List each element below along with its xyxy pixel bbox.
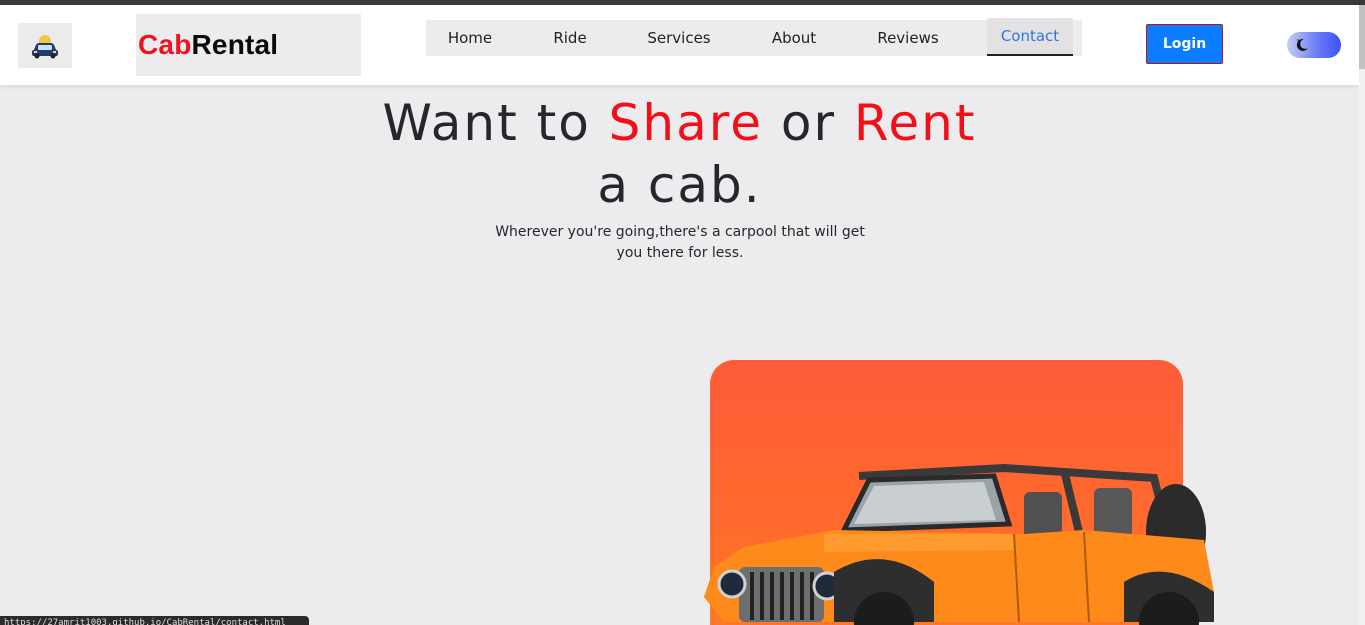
brand-part-rental: Rental: [191, 29, 279, 60]
car-logo-icon: [32, 34, 58, 58]
jeep-image: [704, 463, 1214, 625]
hero-text-want-to: Want to: [382, 94, 609, 152]
main-nav: Home Ride Services About Reviews Contact: [426, 18, 1082, 56]
nav-reviews[interactable]: Reviews: [862, 20, 954, 56]
hero-text-rent: Rent: [853, 94, 977, 152]
brand-name: CabRental: [138, 29, 278, 61]
hero-text-or: or: [762, 94, 854, 152]
login-button[interactable]: Login: [1146, 24, 1223, 64]
nav-ride[interactable]: Ride: [542, 20, 598, 56]
status-bar-url: https://27amrit1003.github.io/CabRental/…: [0, 616, 309, 625]
hero-heading-line2: a cab.: [597, 156, 762, 214]
hero-subtitle: Wherever you're going,there's a carpool …: [495, 224, 865, 261]
nav-services[interactable]: Services: [632, 20, 726, 56]
brand-box[interactable]: CabRental: [136, 14, 361, 76]
hero-text-share: Share: [608, 94, 763, 152]
hero-heading: Want to Share or Rent a cab.: [0, 92, 1359, 216]
hero-heading-line1: Want to Share or Rent: [0, 92, 1359, 154]
theme-toggle[interactable]: [1287, 32, 1341, 58]
logo[interactable]: [18, 23, 72, 68]
scrollbar-thumb[interactable]: [1359, 5, 1365, 69]
brand-part-cab: Cab: [138, 29, 192, 60]
nav-about[interactable]: About: [760, 20, 828, 56]
nav-contact[interactable]: Contact: [987, 18, 1073, 56]
moon-icon: [1296, 38, 1308, 51]
page-scrollbar[interactable]: [1359, 5, 1365, 625]
navbar: CabRental Home Ride Services About Revie…: [0, 5, 1359, 85]
nav-home[interactable]: Home: [426, 20, 514, 56]
